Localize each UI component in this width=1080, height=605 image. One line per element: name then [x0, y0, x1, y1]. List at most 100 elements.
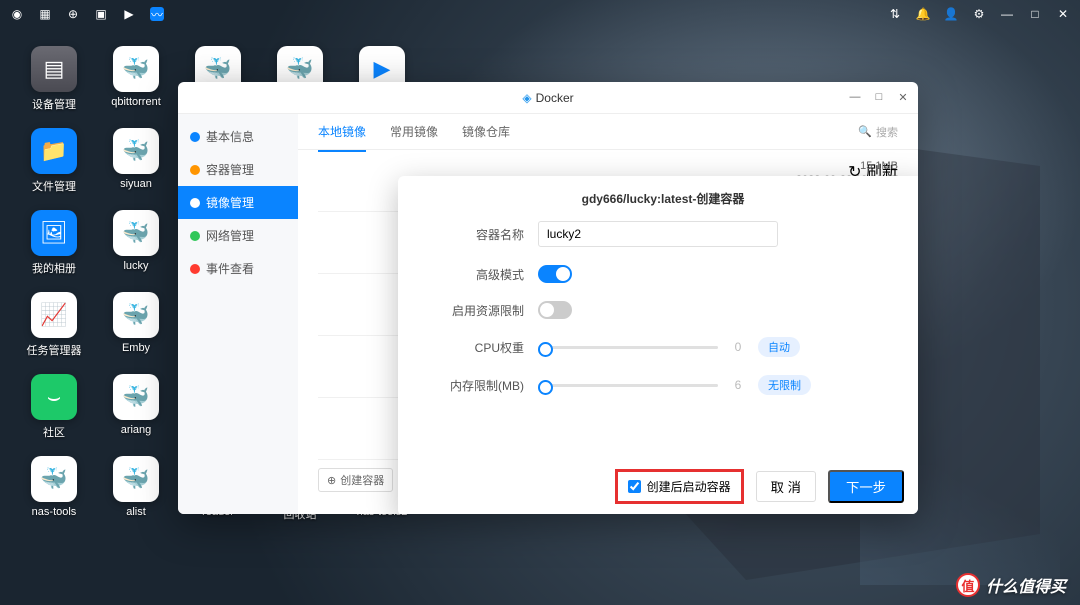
- live-icon[interactable]: ▶: [122, 7, 136, 21]
- dot-icon: [190, 231, 200, 241]
- camera-icon[interactable]: ◉: [10, 7, 24, 21]
- transfer-icon[interactable]: ⇅: [888, 7, 902, 21]
- desktop-icon-文件管理[interactable]: 📁 文件管理: [15, 122, 93, 204]
- cpu-label: CPU权重: [448, 339, 538, 356]
- container-name-input[interactable]: [538, 221, 778, 247]
- search-input[interactable]: 🔍搜索: [858, 124, 898, 140]
- desktop-icon-设备管理[interactable]: ▤ 设备管理: [15, 40, 93, 122]
- window-title: Docker: [536, 91, 574, 105]
- app-icon: 🐳: [31, 456, 77, 502]
- tab-本地镜像[interactable]: 本地镜像: [318, 113, 366, 152]
- advanced-label: 高级模式: [448, 266, 538, 283]
- mem-slider[interactable]: [538, 384, 718, 387]
- create-container-modal: gdy666/lucky:latest-创建容器 容器名称 高级模式 启用资源限…: [398, 176, 918, 514]
- maximize-icon[interactable]: □: [872, 91, 886, 104]
- action-icon: ⊕: [327, 474, 336, 487]
- desktop-icon-siyuan[interactable]: 🐳 siyuan: [97, 122, 175, 204]
- desktop-icon-nas-tools[interactable]: 🐳 nas-tools: [15, 450, 93, 532]
- gear-icon[interactable]: ⚙: [972, 7, 986, 21]
- user-icon[interactable]: 👤: [944, 7, 958, 21]
- sidebar-item-镜像管理[interactable]: 镜像管理: [178, 186, 298, 219]
- app-label: 社区: [43, 424, 65, 440]
- search-icon: 🔍: [858, 125, 872, 138]
- bell-icon[interactable]: 🔔: [916, 7, 930, 21]
- app-label: ariang: [121, 424, 152, 436]
- dot-icon: [190, 165, 200, 175]
- app-label: qbittorrent: [111, 96, 161, 108]
- sidebar-item-网络管理[interactable]: 网络管理: [178, 219, 298, 252]
- maximize-icon[interactable]: □: [1028, 7, 1042, 21]
- wave-icon[interactable]: 〰: [150, 7, 164, 21]
- desktop-icon-Emby[interactable]: 🐳 Emby: [97, 286, 175, 368]
- docker-sidebar: 基本信息容器管理镜像管理网络管理事件查看: [178, 114, 298, 514]
- image-size: 15.1MB: [860, 160, 898, 172]
- resource-limit-label: 启用资源限制: [448, 302, 538, 319]
- cpu-slider[interactable]: [538, 346, 718, 349]
- dot-icon: [190, 264, 200, 274]
- app-icon: 🖼: [31, 210, 77, 256]
- desktop-icon-任务管理器[interactable]: 📈 任务管理器: [15, 286, 93, 368]
- app-label: Emby: [122, 342, 150, 354]
- app-label: alist: [126, 506, 146, 518]
- desktop-icon-alist[interactable]: 🐳alist: [97, 450, 175, 532]
- action-创建容器[interactable]: ⊕创建容器: [318, 468, 393, 492]
- app-icon: 🐳: [113, 128, 159, 174]
- sidebar-item-容器管理[interactable]: 容器管理: [178, 153, 298, 186]
- name-label: 容器名称: [448, 226, 538, 243]
- sidebar-item-事件查看[interactable]: 事件查看: [178, 252, 298, 285]
- mem-unlimited-button[interactable]: 无限制: [758, 375, 811, 395]
- app-label: 文件管理: [32, 178, 76, 194]
- docker-icon: ◈: [522, 91, 531, 105]
- close-icon[interactable]: ✕: [1056, 7, 1070, 21]
- sidebar-item-基本信息[interactable]: 基本信息: [178, 120, 298, 153]
- app-icon: 📁: [31, 128, 77, 174]
- dot-icon: [190, 198, 200, 208]
- watermark-text: 什么值得买: [986, 573, 1066, 597]
- start-checkbox-input[interactable]: [628, 480, 641, 493]
- app-icon: 🐳: [113, 46, 159, 92]
- app-icon: 🐳: [113, 374, 159, 420]
- docker-window: ◈ Docker — □ ✕ 基本信息容器管理镜像管理网络管理事件查看 本地镜像…: [178, 82, 918, 514]
- close-icon[interactable]: ✕: [896, 91, 910, 104]
- app-icon: ⌣: [31, 374, 77, 420]
- dot-icon: [190, 132, 200, 142]
- minimize-icon[interactable]: —: [1000, 7, 1014, 21]
- app-label: 我的相册: [32, 260, 76, 276]
- window-titlebar: ◈ Docker — □ ✕: [178, 82, 918, 114]
- app-label: 任务管理器: [27, 342, 82, 358]
- cpu-auto-button[interactable]: 自动: [758, 337, 800, 357]
- app-icon: 📈: [31, 292, 77, 338]
- resource-limit-toggle[interactable]: [538, 301, 572, 319]
- topbar: ◉ ▦ ⊕ ▣ ▶ 〰 ⇅ 🔔 👤 ⚙ — □ ✕: [0, 0, 1080, 28]
- docker-main: 本地镜像常用镜像镜像仓库🔍搜索 ↻ 刷新 15.1MB2023-09-22 19…: [298, 114, 918, 514]
- desktop-icon-lucky[interactable]: 🐳 lucky: [97, 204, 175, 286]
- docker-tabs: 本地镜像常用镜像镜像仓库 🔍搜索: [298, 114, 918, 150]
- desktop-icon-qbittorrent[interactable]: 🐳 qbittorrent: [97, 40, 175, 122]
- desktop-icon-社区[interactable]: ⌣ 社区: [15, 368, 93, 450]
- app-icon: 🐳: [113, 210, 159, 256]
- cancel-button[interactable]: 取 消: [756, 471, 816, 502]
- cpu-value: 0: [718, 340, 758, 354]
- app-label: nas-tools: [32, 506, 77, 518]
- grid-icon[interactable]: ▦: [38, 7, 52, 21]
- desktop-icon-我的相册[interactable]: 🖼 我的相册: [15, 204, 93, 286]
- tab-常用镜像[interactable]: 常用镜像: [390, 113, 438, 150]
- mem-label: 内存限制(MB): [448, 377, 538, 394]
- globe-icon[interactable]: ⊕: [66, 7, 80, 21]
- tv-icon[interactable]: ▣: [94, 7, 108, 21]
- app-label: siyuan: [120, 178, 152, 190]
- app-icon: ▤: [31, 46, 77, 92]
- app-label: lucky: [123, 260, 148, 272]
- watermark-badge-icon: 值: [956, 573, 980, 597]
- minimize-icon[interactable]: —: [848, 91, 862, 104]
- start-after-create-checkbox[interactable]: 创建后启动容器: [615, 469, 744, 504]
- desktop-icon-ariang[interactable]: 🐳 ariang: [97, 368, 175, 450]
- mem-value: 6: [718, 378, 758, 392]
- watermark: 值 什么值得买: [956, 573, 1066, 597]
- advanced-toggle[interactable]: [538, 265, 572, 283]
- app-label: 设备管理: [32, 96, 76, 112]
- tab-镜像仓库[interactable]: 镜像仓库: [462, 113, 510, 150]
- modal-title: gdy666/lucky:latest-创建容器: [398, 176, 918, 221]
- next-button[interactable]: 下一步: [828, 470, 904, 503]
- app-icon: 🐳: [113, 292, 159, 338]
